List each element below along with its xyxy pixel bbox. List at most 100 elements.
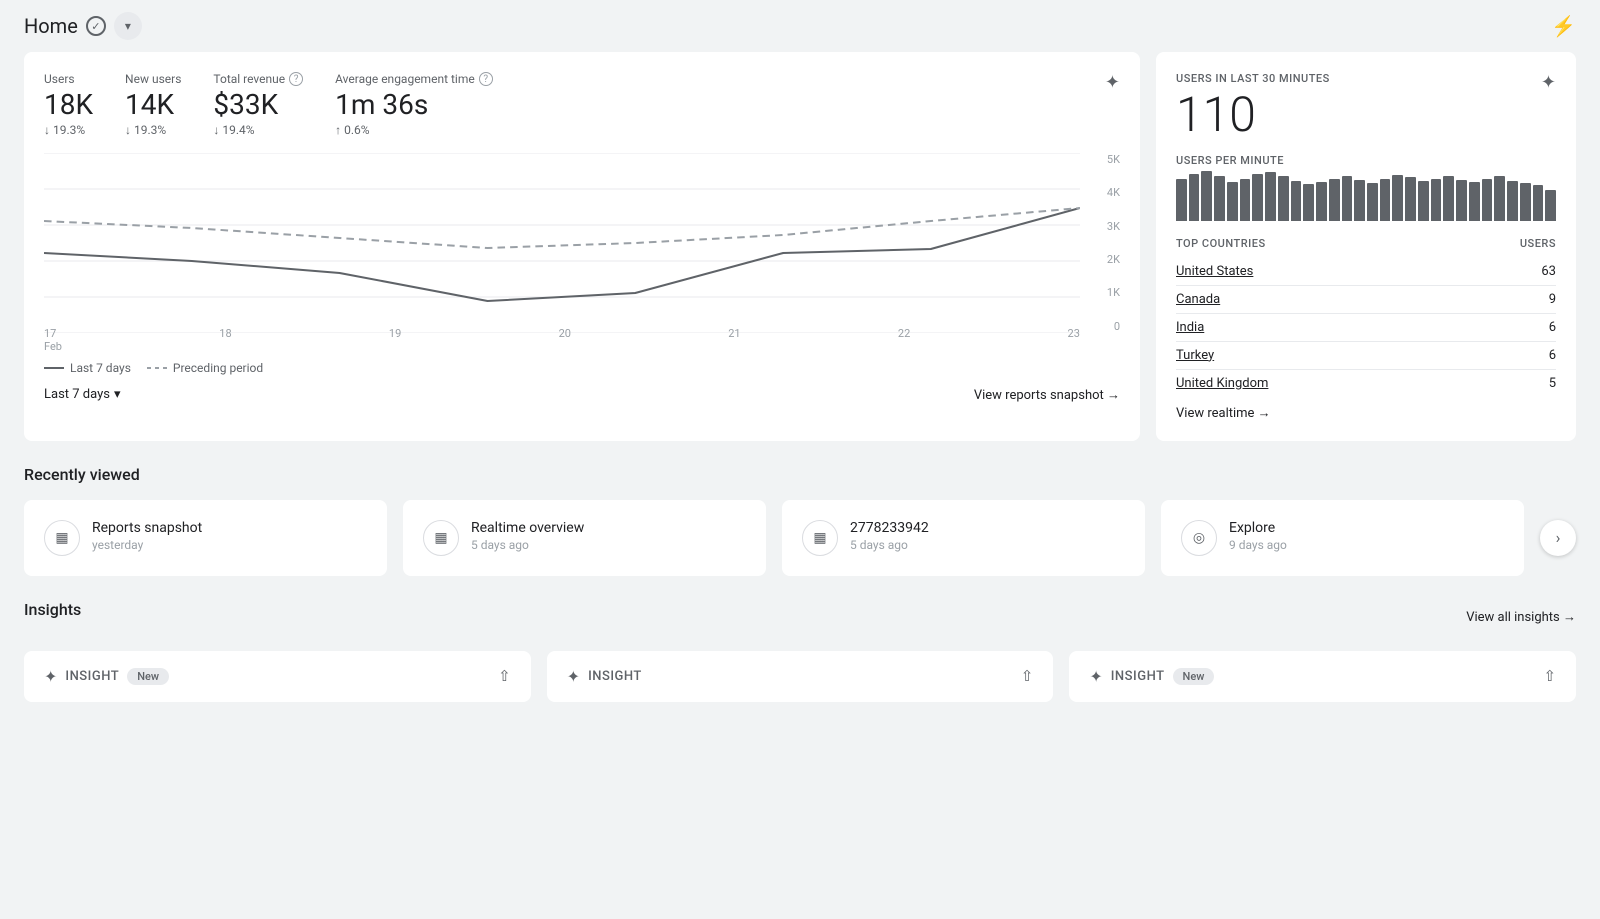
recently-viewed-card[interactable]: ▦ Realtime overview 5 days ago — [403, 500, 766, 576]
recently-viewed-cards: ▦ Reports snapshot yesterday ▦ Realtime … — [24, 500, 1576, 576]
metric-new-users: New users 14K ↓ 19.3% — [125, 72, 181, 137]
insights-header: Insights View all insights → — [24, 600, 1576, 635]
check-icon[interactable]: ✓ — [86, 16, 106, 36]
country-name[interactable]: Turkey — [1176, 348, 1214, 363]
card-title: Realtime overview — [471, 520, 746, 536]
metric-revenue: Total revenue ? $33K ↓ 19.4% — [213, 72, 303, 137]
legend-solid: Last 7 days — [44, 361, 131, 375]
page-title: Home — [24, 14, 78, 38]
metric-revenue-value: $33K — [213, 90, 303, 121]
legend-solid-line — [44, 367, 64, 369]
bar — [1456, 180, 1467, 221]
bar — [1380, 179, 1391, 221]
chart-y-labels: 5K 4K 3K 2K 1K 0 — [1084, 153, 1120, 333]
card-content: Realtime overview 5 days ago — [471, 520, 746, 552]
recently-viewed-card[interactable]: ▦ Reports snapshot yesterday — [24, 500, 387, 576]
view-reports-link[interactable]: View reports snapshot → — [974, 387, 1120, 403]
metric-users: Users 18K ↓ 19.3% — [44, 72, 93, 137]
chart-x-labels: 17Feb 18 19 20 21 22 23 — [44, 327, 1080, 353]
insight-sparkle-icon: ✦ — [1089, 667, 1102, 686]
country-users: 6 — [1549, 320, 1556, 335]
realtime-header-row: USERS IN LAST 30 MINUTES 110 ✦ — [1176, 72, 1556, 154]
insight-label: INSIGHT — [65, 669, 119, 684]
main-content: Users 18K ↓ 19.3% New users 14K ↓ 19.3% — [0, 52, 1600, 726]
countries-left-header: TOP COUNTRIES — [1176, 237, 1266, 250]
country-name[interactable]: United Kingdom — [1176, 376, 1268, 391]
metric-new-users-change: ↓ 19.3% — [125, 123, 181, 137]
country-row[interactable]: United Kingdom5 — [1176, 370, 1556, 397]
bar — [1227, 182, 1238, 221]
insight-new-badge: New — [1173, 668, 1215, 685]
recently-viewed-card[interactable]: ▦ 2778233942 5 days ago — [782, 500, 1145, 576]
view-realtime-link[interactable]: View realtime → — [1176, 405, 1556, 421]
country-row[interactable]: Canada 9 — [1176, 286, 1556, 314]
countries-list: United States 63 Canada 9 India 6 Turkey 6 Unite… — [1176, 258, 1556, 397]
sparkline-icon[interactable]: ⚡ — [1551, 14, 1576, 38]
top-bar: Home ✓ ▾ ⚡ — [0, 0, 1600, 52]
metric-revenue-change: ↓ 19.4% — [213, 123, 303, 137]
country-users: 9 — [1549, 292, 1556, 307]
country-name[interactable]: India — [1176, 320, 1204, 335]
stats-card: Users 18K ↓ 19.3% New users 14K ↓ 19.3% — [24, 52, 1140, 441]
country-row[interactable]: India 6 — [1176, 314, 1556, 342]
bar — [1214, 176, 1225, 220]
card-icon: ▦ — [423, 520, 459, 556]
card-title: Explore — [1229, 520, 1504, 536]
insight-cards-row: ✦ INSIGHT New ⇧ ✦ INSIGHT ⇧ ✦ INSIGHT Ne… — [24, 651, 1576, 702]
bar — [1482, 179, 1493, 221]
realtime-sparkle-icon[interactable]: ✦ — [1541, 72, 1556, 93]
legend-dashed-line — [147, 367, 167, 369]
card-content: Explore 9 days ago — [1229, 520, 1504, 552]
insights-section: Insights View all insights → ✦ INSIGHT N… — [24, 600, 1576, 702]
insight-sparkle-icon: ✦ — [44, 667, 57, 686]
stats-sparkle-icon[interactable]: ✦ — [1105, 72, 1120, 93]
recently-viewed-nav-arrow[interactable]: › — [1540, 520, 1576, 556]
chart-footer: Last 7 days ▾ View reports snapshot → — [44, 387, 1120, 403]
bar — [1240, 179, 1251, 221]
realtime-count: 110 — [1176, 89, 1330, 142]
date-selector[interactable]: Last 7 days ▾ — [44, 387, 121, 402]
metric-engagement-change: ↑ 0.6% — [335, 123, 493, 137]
bar — [1392, 175, 1403, 221]
insight-share-icon[interactable]: ⇧ — [1543, 667, 1556, 685]
bar — [1507, 181, 1518, 221]
title-dropdown-button[interactable]: ▾ — [114, 12, 142, 40]
country-name[interactable]: United States — [1176, 264, 1253, 279]
metric-engagement-value: 1m 36s — [335, 90, 493, 121]
bar-chart-mini — [1176, 171, 1556, 221]
insight-label: INSIGHT — [1111, 669, 1165, 684]
recently-viewed-section: Recently viewed ▦ Reports snapshot yeste… — [24, 465, 1576, 576]
bar — [1265, 172, 1276, 221]
engagement-info-icon[interactable]: ? — [479, 72, 493, 86]
date-dropdown-icon: ▾ — [114, 387, 121, 402]
view-all-insights-link[interactable]: View all insights → — [1466, 609, 1576, 625]
bar — [1520, 183, 1531, 221]
stats-realtime-row: Users 18K ↓ 19.3% New users 14K ↓ 19.3% — [24, 52, 1576, 441]
bar — [1303, 184, 1314, 221]
revenue-info-icon[interactable]: ? — [289, 72, 303, 86]
recently-viewed-card[interactable]: ◎ Explore 9 days ago — [1161, 500, 1524, 576]
country-row[interactable]: United States 63 — [1176, 258, 1556, 286]
insight-card: ✦ INSIGHT ⇧ — [547, 651, 1054, 702]
country-name[interactable]: Canada — [1176, 292, 1220, 307]
countries-header: TOP COUNTRIES USERS — [1176, 237, 1556, 250]
bar — [1201, 171, 1212, 221]
legend-dashed-label: Preceding period — [173, 361, 263, 375]
countries-right-header: USERS — [1520, 237, 1556, 250]
insight-share-icon[interactable]: ⇧ — [498, 667, 511, 685]
card-content: Reports snapshot yesterday — [92, 520, 367, 552]
insight-share-icon[interactable]: ⇧ — [1021, 667, 1034, 685]
insight-new-badge: New — [127, 668, 169, 685]
line-chart — [44, 153, 1080, 333]
bar — [1189, 174, 1200, 221]
bar — [1469, 182, 1480, 221]
chart-area: 5K 4K 3K 2K 1K 0 17Feb 18 19 20 21 22 23 — [44, 153, 1120, 353]
realtime-footer: View realtime → — [1176, 405, 1556, 421]
country-row[interactable]: Turkey 6 — [1176, 342, 1556, 370]
metric-users-label: Users — [44, 72, 93, 86]
card-subtitle: yesterday — [92, 538, 367, 552]
country-users: 63 — [1541, 264, 1556, 279]
bar — [1176, 179, 1187, 221]
bar — [1291, 181, 1302, 221]
country-users: 6 — [1549, 348, 1556, 363]
